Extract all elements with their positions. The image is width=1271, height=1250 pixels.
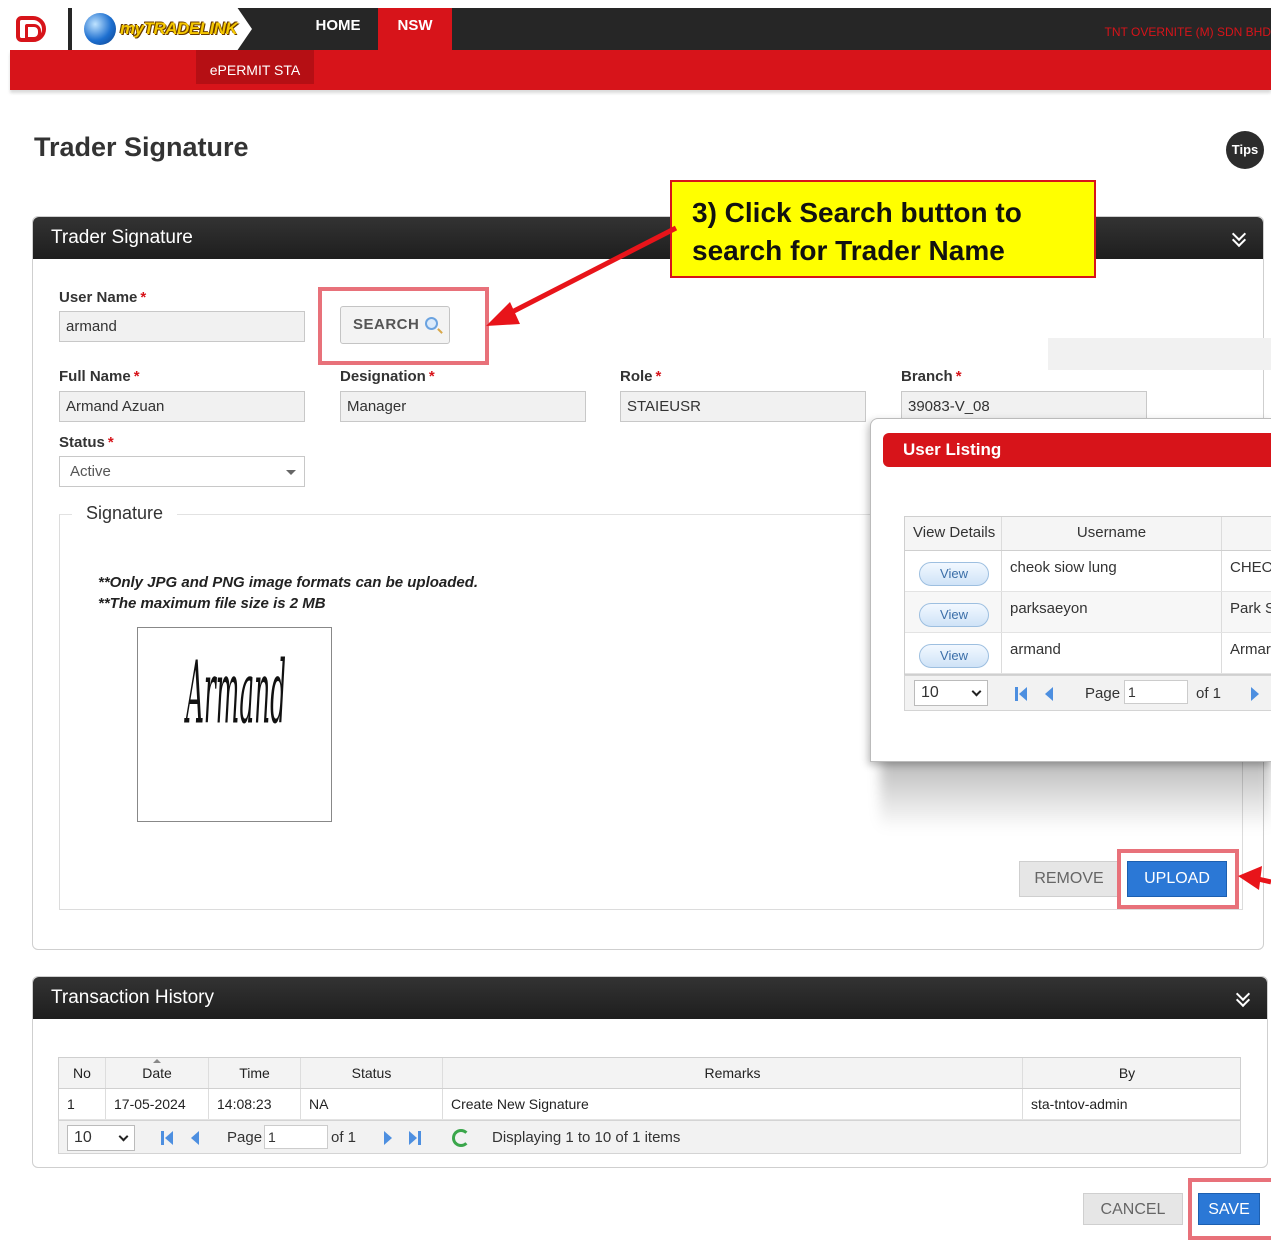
annotation-arrows: [486, 225, 1271, 890]
arrow-to-search-icon: [486, 225, 678, 326]
arrow-to-upload-icon: [1238, 866, 1271, 890]
